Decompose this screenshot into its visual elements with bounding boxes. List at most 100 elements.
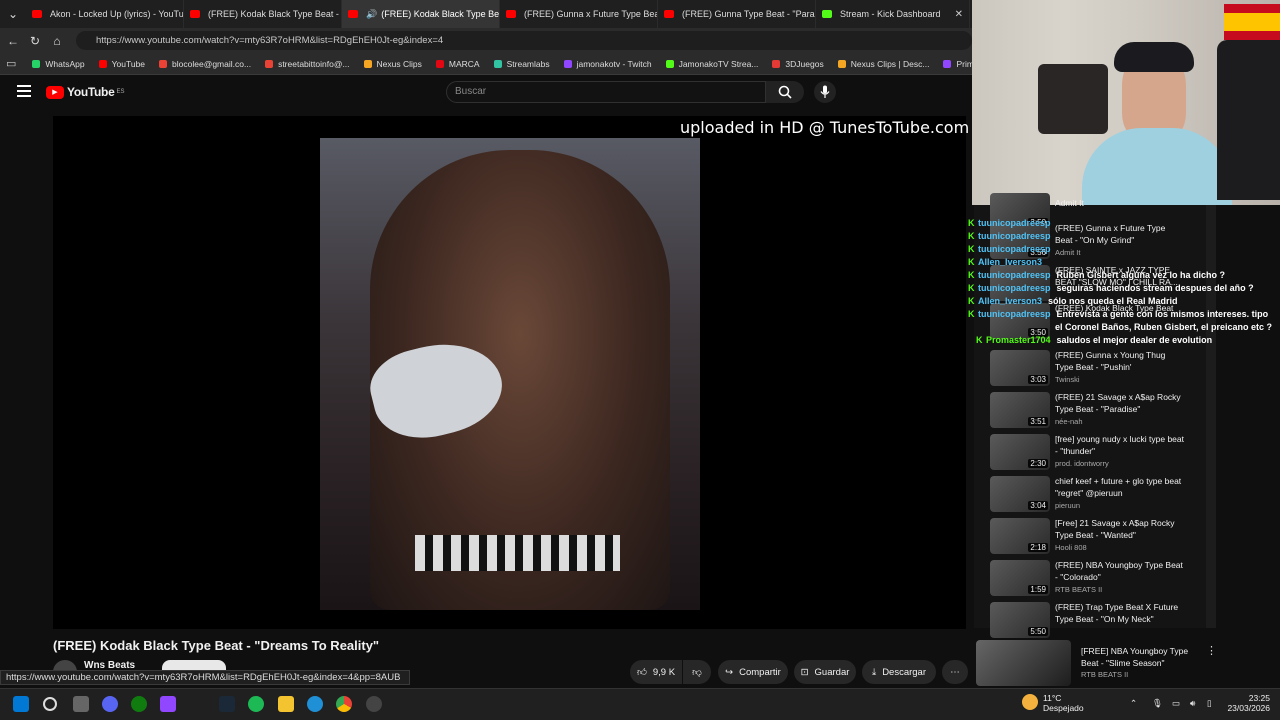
share-button[interactable]: ↪ Compartir: [718, 660, 788, 684]
tab-gunna-future[interactable]: (FREE) Gunna x Future Type Beat✕: [500, 0, 658, 28]
chat-message: Ktuunicopadreesp: [968, 217, 1051, 228]
taskbar: [0, 688, 1280, 720]
more-icon: ⋯: [950, 666, 960, 678]
tray-chevron-icon[interactable]: ⌃: [1130, 698, 1137, 709]
youtube-logo[interactable]: ▶ YouTube ES: [46, 85, 124, 99]
chat-message: Ktuunicopadreesp Ruben Gisbert alguna vez…: [968, 269, 1226, 280]
video-thumbnail: 2:30: [990, 434, 1050, 470]
tab-kodak-1[interactable]: (FREE) Kodak Black Type Beat - "Y✕: [184, 0, 342, 28]
next-video-item[interactable]: [FREE] NBA Youngboy Type Beat - "Slime S…: [974, 640, 1274, 686]
video-thumbnail: [976, 640, 1071, 686]
obs-icon[interactable]: [366, 696, 382, 712]
home-icon[interactable]: ⌂: [46, 34, 68, 48]
battery-icon[interactable]: ▯: [1207, 698, 1212, 709]
kick-icon: K: [968, 217, 975, 228]
video-title: (FREE) Kodak Black Type Beat - "Dreams T…: [53, 638, 380, 653]
twitch-icon[interactable]: [160, 696, 176, 712]
reload-icon[interactable]: ↻: [24, 34, 46, 48]
bookmark-3djuegos[interactable]: 3DJuegos: [772, 59, 824, 69]
search-icon[interactable]: [43, 697, 57, 711]
tab-gunna[interactable]: (FREE) Gunna Type Beat - "Paradi✕: [658, 0, 816, 28]
tab-akon[interactable]: Akon - Locked Up (lyrics) - YouTu✕: [26, 0, 184, 28]
playlist-item[interactable]: 2:18 [Free] 21 Savage x A$ap Rocky Type …: [990, 518, 1210, 558]
tab-list-chevron-icon[interactable]: ⌄: [0, 7, 26, 21]
status-url: https://www.youtube.com/watch?v=mty63R7o…: [0, 670, 410, 685]
kick-icon: K: [968, 243, 975, 254]
chat-message: Ktuunicopadreesp: [968, 243, 1051, 254]
microphone-icon[interactable]: 🎙︎: [1152, 698, 1163, 709]
kick-icon: K: [968, 308, 975, 319]
search-button[interactable]: [766, 81, 804, 103]
video-thumbnail: 3:04: [990, 476, 1050, 512]
back-icon[interactable]: ←: [2, 34, 24, 48]
chat-message: K Allen_Iverson3 sólo nos queda el Real Ma…: [968, 295, 1178, 306]
xbox-icon[interactable]: [131, 696, 147, 712]
youtube-icon: [664, 10, 674, 18]
bookmark-gmail-1[interactable]: blocolee@gmail.co...: [159, 59, 251, 69]
network-icon[interactable]: ▭: [1172, 698, 1180, 709]
kick-icon: K: [976, 334, 983, 345]
bookmark-nexus-desc[interactable]: Nexus Clips | Desc...: [837, 59, 929, 69]
webcam-headphones-stand: [1038, 64, 1108, 134]
playlist-item[interactable]: 3:04 chief keef + future + glo type beat…: [990, 476, 1210, 516]
save-button[interactable]: ⊡ Guardar: [794, 660, 856, 684]
spotify-icon[interactable]: [248, 696, 264, 712]
reading-list-icon[interactable]: ▭: [6, 57, 16, 70]
clock[interactable]: 23:25 23/03/2026: [1222, 693, 1270, 713]
chat-message: Ktuunicopadreesp Entrevista a gente con l…: [968, 308, 1269, 319]
playlist-item[interactable]: 3:03 (FREE) Gunna x Young Thug Type Beat…: [990, 350, 1210, 390]
bookmark-gmail-2[interactable]: streetabittoinfo@...: [265, 59, 350, 69]
bookmark-whatsapp[interactable]: WhatsApp: [32, 59, 85, 69]
close-icon[interactable]: ✕: [949, 9, 963, 20]
kick-icon: K: [968, 282, 975, 293]
webcam-chair: [1217, 40, 1280, 200]
url-field[interactable]: https://www.youtube.com/watch?v=mty63R7o…: [76, 31, 972, 50]
video-cover-belt: [415, 535, 620, 571]
menu-icon[interactable]: [17, 85, 31, 97]
bookmark-nexus-clips[interactable]: Nexus Clips: [363, 59, 422, 69]
more-actions-button[interactable]: ⋯: [942, 660, 968, 684]
webcam-overlay: [972, 0, 1280, 205]
playlist-item[interactable]: 3:51 (FREE) 21 Savage x A$ap Rocky Type …: [990, 392, 1210, 432]
more-icon[interactable]: ⋮: [1206, 644, 1217, 657]
download-button[interactable]: ⤓ Descargar: [862, 660, 936, 684]
kick-icon: K: [968, 269, 975, 280]
speaker-icon[interactable]: 🔊: [366, 9, 377, 20]
bookmark-youtube[interactable]: YouTube: [98, 59, 145, 69]
youtube-play-icon: ▶: [46, 85, 64, 99]
playlist-item[interactable]: 2:30 [free] young nudy x lucki type beat…: [990, 434, 1210, 474]
youtube-icon: [190, 10, 200, 18]
volume-icon[interactable]: 🔊︎: [1190, 698, 1195, 709]
steam-icon[interactable]: [219, 696, 235, 712]
voice-search-button[interactable]: [814, 81, 836, 103]
task-view-icon[interactable]: [73, 696, 89, 712]
video-thumbnail: 3:51: [990, 392, 1050, 428]
bookmark-kick[interactable]: JamonakoTV Strea...: [665, 59, 758, 69]
like-button[interactable]: 👍︎ 9,9 K: [630, 660, 682, 684]
search-input[interactable]: Buscar: [446, 81, 766, 103]
tab-kodak-active[interactable]: 🔊(FREE) Kodak Black Type Beat✕: [342, 0, 500, 28]
youtube-icon: [506, 10, 516, 18]
dislike-button[interactable]: 👎︎: [683, 660, 711, 684]
bookmark-marca[interactable]: MARCA: [435, 59, 480, 69]
video-watermark: uploaded in HD @ TunesToTube.com: [680, 118, 970, 137]
bookmark-streamlabs[interactable]: Streamlabs: [493, 59, 550, 69]
tab-bar: ⌄ Akon - Locked Up (lyrics) - YouTu✕ (FR…: [0, 0, 972, 28]
webcam-person-cap: [1114, 42, 1194, 72]
share-icon: ↪: [725, 666, 734, 678]
weather-widget[interactable]: 11°C Despejado: [1043, 693, 1084, 713]
discord-icon[interactable]: [102, 696, 118, 712]
tab-kick[interactable]: Stream - Kick Dashboard ✕: [816, 0, 970, 28]
video-thumbnail: 1:59: [990, 560, 1050, 596]
youtube-icon: [32, 10, 42, 18]
edge-icon[interactable]: [307, 696, 323, 712]
bookmark-twitch[interactable]: jamonakotv - Twitch: [563, 59, 652, 69]
thumbs-up-icon: 👍︎: [636, 667, 647, 678]
spain-flag: [1224, 4, 1280, 40]
windows-start-icon[interactable]: [13, 696, 29, 712]
playlist-item[interactable]: 5:50 (FREE) Trap Type Beat X Future Type…: [990, 602, 1210, 642]
file-explorer-icon[interactable]: [278, 696, 294, 712]
stream-chat-overlay: Ktuunicopadreesp Ktuunicopadreesp Ktuuni…: [968, 216, 1272, 346]
chrome-icon[interactable]: [336, 696, 352, 712]
playlist-item[interactable]: 1:59 (FREE) NBA Youngboy Type Beat - "Co…: [990, 560, 1210, 600]
